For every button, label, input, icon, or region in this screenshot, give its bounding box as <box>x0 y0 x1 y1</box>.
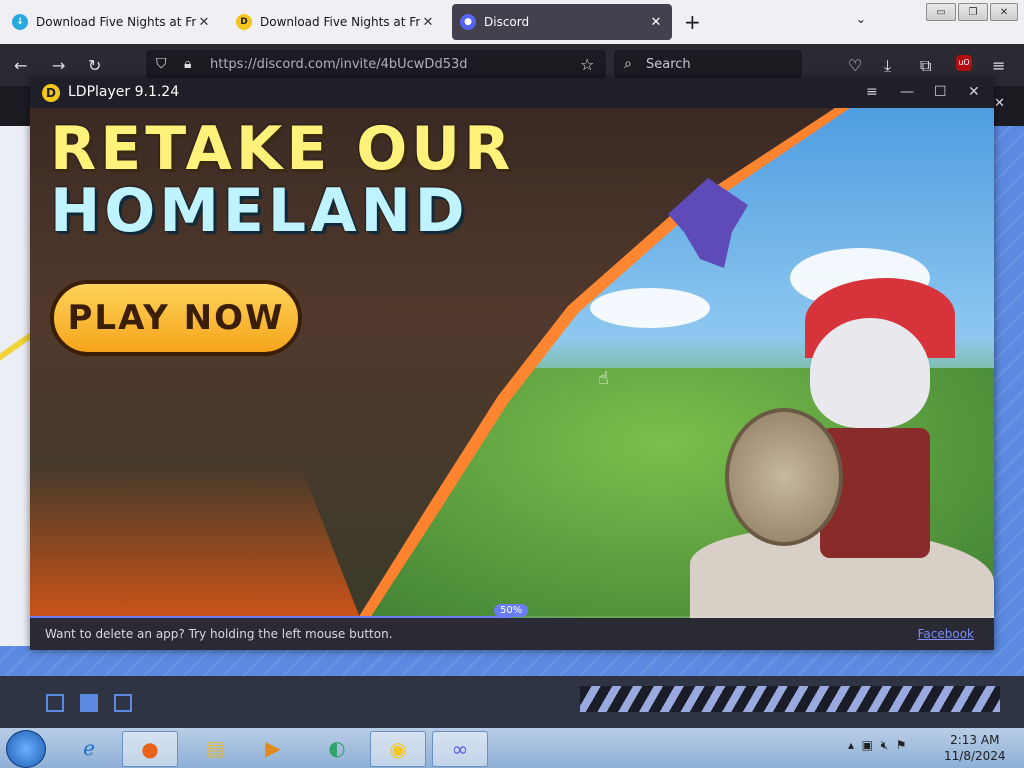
minimize-window-button[interactable]: ▭ <box>926 3 956 21</box>
ldplayer-menu-icon[interactable]: ≡ <box>866 84 878 100</box>
background-hatch <box>580 686 1000 712</box>
tab-title: Discord <box>484 15 530 29</box>
ldplayer-window: D LDPlayer 9.1.24 ≡ — ☐ ✕ RETAKE OUR HOM… <box>30 78 994 650</box>
clock-date: 11/8/2024 <box>944 749 1006 763</box>
ldplayer-minimize-icon[interactable]: — <box>900 84 914 100</box>
play-now-button[interactable]: PLAY NOW <box>50 280 302 356</box>
ldplayer-titlebar[interactable]: D LDPlayer 9.1.24 ≡ — ☐ ✕ <box>30 78 994 108</box>
headline-line-1: RETAKE OUR <box>50 114 515 184</box>
tab-discord[interactable]: ● Discord ✕ <box>452 4 672 40</box>
tab-title: Download Five Nights at Freddy's <box>260 15 420 29</box>
ldplayer-title: LDPlayer 9.1.24 <box>68 84 180 100</box>
address-bar[interactable]: ⛉ 🔒︎ https://discord.com/invite/4bUcwDd5… <box>146 50 606 80</box>
tab-title: Download Five Nights at Freddy's <box>36 15 196 29</box>
firefox-icon[interactable]: ● <box>122 731 178 767</box>
close-tab-icon[interactable]: ✕ <box>420 15 436 30</box>
square-outline-icon <box>114 694 132 712</box>
media-player-icon[interactable]: ▶ <box>246 731 300 765</box>
tab-fnaf-1[interactable]: ↓ Download Five Nights at Freddy's ✕ <box>4 4 220 40</box>
new-tab-button[interactable]: + <box>684 10 701 34</box>
square-outline-icon <box>46 694 64 712</box>
taskbar: ℯ ● ▤ ▶ ◐ ◉ ∞ ▴ ▣ 🔇︎ ⚑ 2:13 AM 11/8/2024 <box>0 728 1024 768</box>
progress-percent-badge: 50% <box>494 604 529 617</box>
close-tab-icon[interactable]: ✕ <box>648 15 664 30</box>
ldplayer-favicon-icon: D <box>236 14 252 30</box>
hand-cursor-icon: ☝ <box>598 368 609 389</box>
back-arrow-icon[interactable]: ← <box>14 56 27 75</box>
pocket-icon[interactable]: ♡ <box>848 56 862 75</box>
reload-icon[interactable]: ↻ <box>88 56 101 75</box>
extensions-icon[interactable]: ⧉ <box>920 56 931 76</box>
download-arrow-icon: ↓ <box>12 14 28 30</box>
system-tray[interactable]: ▴ ▣ 🔇︎ ⚑ <box>848 738 907 753</box>
url-text[interactable]: https://discord.com/invite/4bUcwDd53d <box>210 57 468 72</box>
search-input[interactable]: ⌕ Search <box>614 50 802 80</box>
lock-icon[interactable]: 🔒︎ <box>184 56 191 72</box>
tip-text: Want to delete an app? Try holding the l… <box>45 627 393 641</box>
hamburger-menu-icon[interactable]: ≡ <box>992 56 1005 75</box>
ad-banner[interactable]: RETAKE OUR HOMELAND PLAY NOW ☝ 50% <box>30 108 994 618</box>
downloads-icon[interactable]: ⤓ <box>884 56 891 76</box>
ad-headline: RETAKE OUR HOMELAND <box>50 118 514 242</box>
cloud-shape <box>590 288 710 328</box>
shield-illustration <box>725 408 843 546</box>
internet-explorer-icon[interactable]: ℯ <box>62 731 116 765</box>
tab-strip: ↓ Download Five Nights at Freddy's ✕ D D… <box>0 0 1024 44</box>
clock-time: 2:13 AM <box>950 733 1000 747</box>
bookmark-star-icon[interactable]: ☆ <box>580 55 594 74</box>
ldplayer-footer: Want to delete an app? Try holding the l… <box>30 618 994 650</box>
shield-icon[interactable]: ⛉ <box>156 56 167 72</box>
search-icon: ⌕ <box>624 56 632 72</box>
ldplayer-logo-icon: D <box>42 84 60 102</box>
close-window-button[interactable]: ✕ <box>990 3 1018 21</box>
warrior-helmet-illustration <box>810 318 930 428</box>
clock[interactable]: 2:13 AM 11/8/2024 <box>944 732 1006 764</box>
ldmultiplayer-taskbar-icon[interactable]: ∞ <box>432 731 488 767</box>
list-all-tabs-chevron-icon[interactable]: ⌄ <box>856 12 866 26</box>
search-placeholder: Search <box>646 57 691 72</box>
forward-arrow-icon[interactable]: → <box>52 56 65 75</box>
ublock-origin-icon[interactable]: uO <box>956 55 972 71</box>
discord-favicon-icon: ● <box>460 14 476 30</box>
facebook-link[interactable]: Facebook <box>918 627 974 641</box>
square-filled-icon <box>80 694 98 712</box>
start-button[interactable] <box>6 730 46 768</box>
ldplayer-maximize-icon[interactable]: ☐ <box>934 84 947 100</box>
headline-line-2: HOMELAND <box>50 176 469 246</box>
app-green-icon[interactable]: ◐ <box>310 731 364 765</box>
close-tab-icon[interactable]: ✕ <box>196 15 212 30</box>
close-notification-icon[interactable]: ✕ <box>994 96 1005 111</box>
restore-window-button[interactable]: ❐ <box>958 3 988 21</box>
ldplayer-taskbar-icon[interactable]: ◉ <box>370 731 426 767</box>
file-explorer-icon[interactable]: ▤ <box>188 731 242 765</box>
tab-fnaf-2[interactable]: D Download Five Nights at Freddy's ✕ <box>228 4 444 40</box>
ldplayer-close-icon[interactable]: ✕ <box>968 84 980 100</box>
